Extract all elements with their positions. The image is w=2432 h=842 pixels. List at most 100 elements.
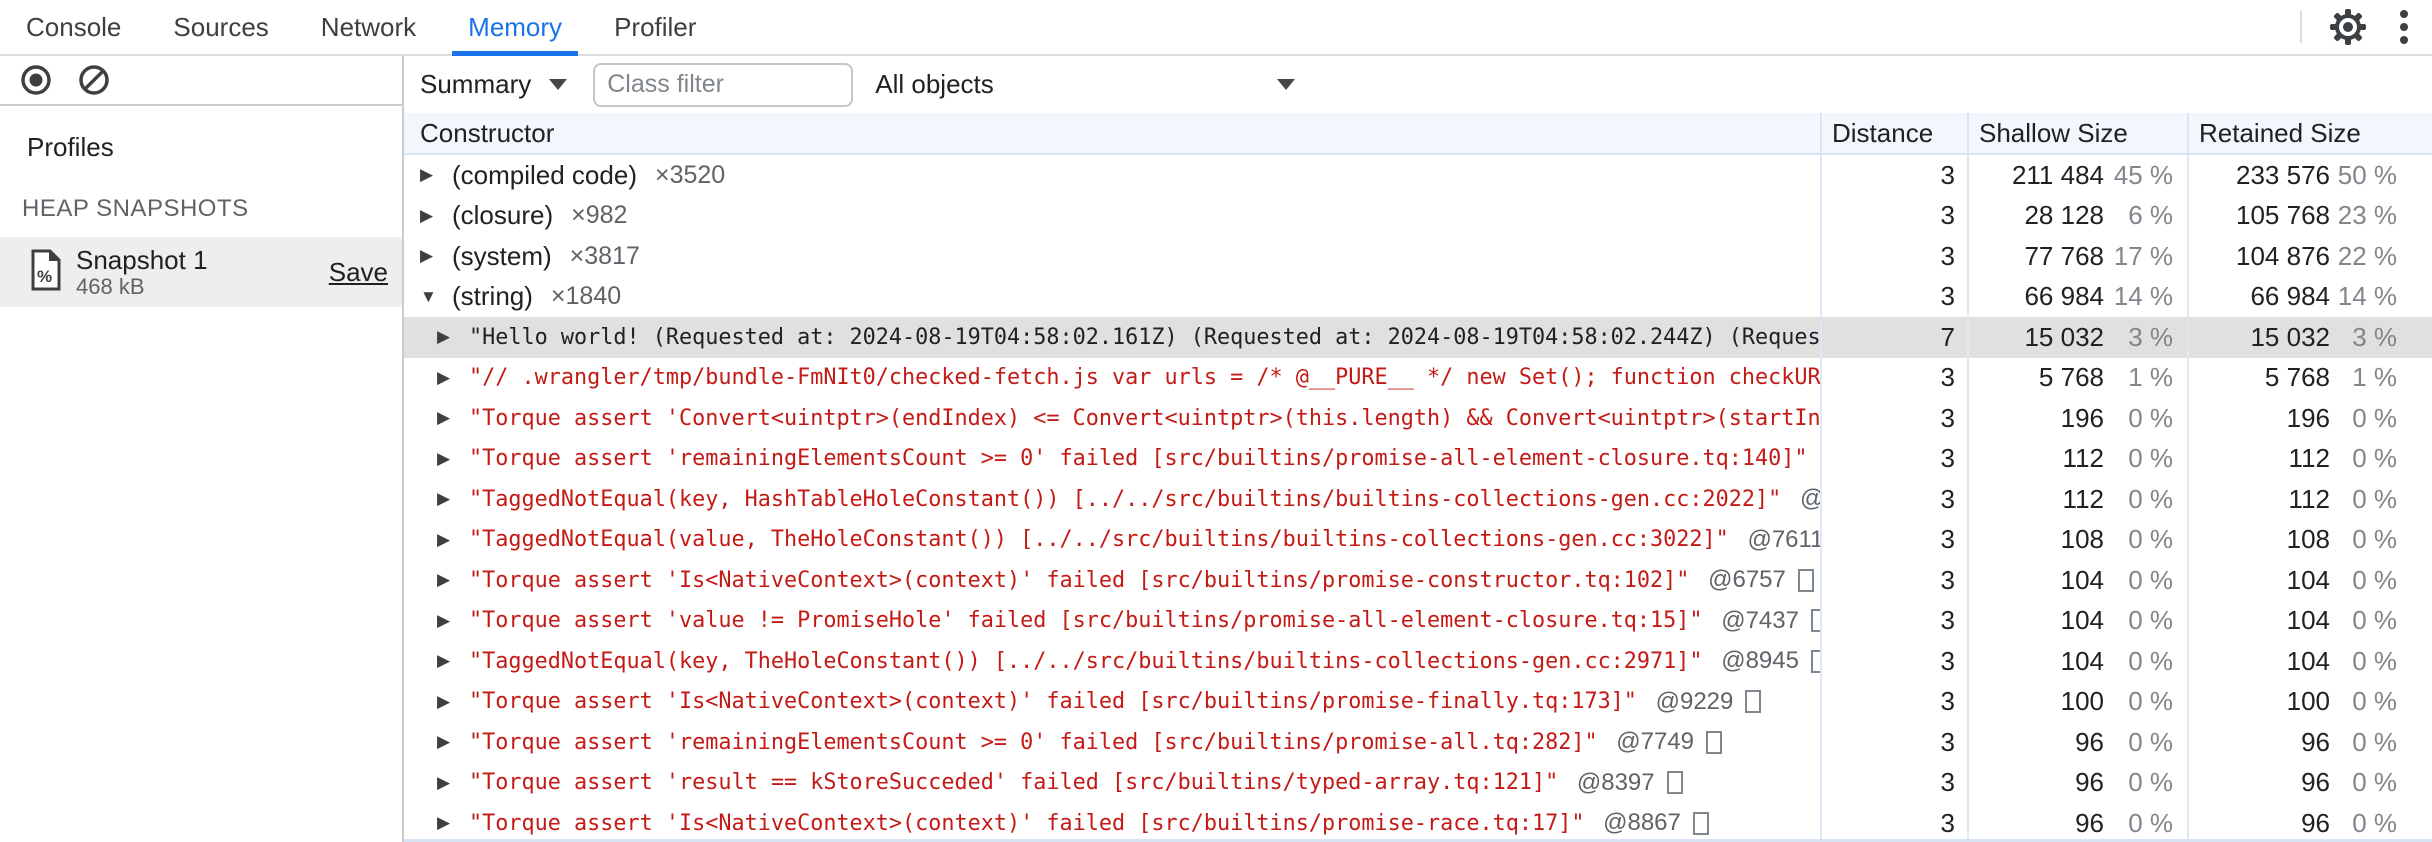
size-percent: 0 % [2128,645,2173,676]
column-header-retained-size[interactable]: Retained Size [2189,113,2432,153]
retained-size-cell: 108 0 % [2189,520,2432,561]
retained-size-cell: 96 0 % [2189,803,2432,839]
object-box-icon [1706,730,1722,754]
instance-count: ×1840 [550,282,622,311]
column-header-constructor[interactable]: Constructor [404,113,1822,153]
string-value: "TaggedNotEqual(key, HashTableHoleConsta… [469,486,1782,512]
distance-value: 3 [1940,200,1955,231]
string-value: "Torque assert 'result == kStoreSucceded… [469,770,1559,796]
string-object-row[interactable]: ▶ "TaggedNotEqual(key, TheHoleConstant())… [404,641,2432,682]
object-box-icon [1810,609,1820,633]
size-value: 104 [2060,645,2104,676]
constructor-group-row[interactable]: ▶ (closure) ×982 3 28 128 6 % 105 768 23 % [404,195,2432,236]
triangle-collapsed-icon: ▶ [437,448,451,468]
string-value: "Torque assert 'remainingElementsCount >… [469,446,1808,472]
triangle-collapsed-icon: ▶ [437,691,451,711]
string-object-row[interactable]: ▶ "Torque assert 'remainingElementsCount … [404,438,2432,480]
string-object-row[interactable]: ▶ "Torque assert 'Is<NativeContext>(conte… [404,560,2432,601]
object-id: @7437 [1714,606,1799,634]
save-snapshot-link[interactable]: Save [329,257,388,288]
clear-profiles-icon[interactable] [74,60,114,100]
distance-value: 3 [1940,767,1955,798]
size-percent: 3 % [2352,321,2397,352]
constructor-cell: ▶ "Torque assert 'Is<NativeContext>(conte… [404,803,1822,839]
string-object-row[interactable]: ▶ "Hello world! (Requested at: 2024-08-19… [404,317,2432,358]
heap-snapshots-section-label: HEAP SNAPSHOTS [22,195,249,222]
size-percent: 0 % [2128,443,2173,474]
objects-filter-select[interactable]: All objects [875,69,1296,100]
size-percent: 0 % [2128,605,2173,636]
size-percent: 1 % [2352,362,2397,393]
string-object-row[interactable]: ▶ "Torque assert 'Convert<uintptr>(endInd… [404,398,2432,439]
triangle-collapsed-icon: ▶ [420,165,434,185]
constructor-cell: ▶ "Torque assert 'result == kStoreSuccede… [404,762,1822,803]
kebab-menu-icon[interactable] [2376,0,2432,54]
string-object-row[interactable]: ▶ "Torque assert 'value != PromiseHole' f… [404,600,2432,641]
tab-profiler[interactable]: Profiler [588,0,722,54]
retained-size-cell: 104 0 % [2189,641,2432,682]
size-value: 104 [2060,605,2104,636]
size-value: 77 768 [2024,240,2104,271]
string-value: "Torque assert 'value != PromiseHole' fa… [469,608,1703,634]
retained-size-cell: 104 876 22 % [2189,236,2432,277]
heap-table-header: Constructor Distance Shallow Size Retain… [404,113,2432,155]
triangle-collapsed-icon: ▶ [420,205,434,225]
string-object-row[interactable]: ▶ "Torque assert 'Is<NativeContext>(conte… [404,681,2432,722]
record-heap-snapshot-icon[interactable] [16,60,56,100]
constructor-group-row[interactable]: ▶ (system) ×3817 3 77 768 17 % 104 876 22 % [404,236,2432,277]
constructor-cell: ▼ (string) ×1840 [404,276,1822,317]
distance-value: 3 [1940,807,1955,838]
constructor-cell: ▶ "Torque assert 'Is<NativeContext>(conte… [404,681,1822,722]
constructor-group-row[interactable]: ▼ (string) ×1840 3 66 984 14 % 66 984 14 % [404,276,2432,317]
tab-console[interactable]: Console [0,0,147,54]
constructor-cell: ▶ "Hello world! (Requested at: 2024-08-19… [404,317,1822,358]
object-id: @7749 [1609,728,1694,756]
tab-memory[interactable]: Memory [442,0,588,56]
retained-size-cell: 112 0 % [2189,439,2432,480]
string-object-row[interactable]: ▶ "// .wrangler/tmp/bundle-FmNIt0/checked… [404,357,2432,398]
distance-value: 3 [1940,524,1955,555]
constructor-cell: ▶ (system) ×3817 [404,236,1822,277]
instance-count: ×3817 [569,241,640,270]
shallow-size-cell: 96 0 % [1969,762,2189,803]
string-object-row[interactable]: ▶ "TaggedNotEqual(value, TheHoleConstant(… [404,519,2432,561]
string-object-row[interactable]: ▶ "Torque assert 'remainingElementsCount … [404,722,2432,763]
profiles-heading: Profiles [27,132,114,162]
triangle-collapsed-icon: ▶ [437,529,451,549]
size-value: 112 [2288,483,2330,514]
size-percent: 22 % [2337,240,2397,271]
gear-icon[interactable] [2320,0,2376,54]
svg-text:%: % [37,267,52,286]
class-filter-input[interactable] [593,62,854,107]
distance-cell: 3 [1822,155,1969,196]
string-object-row[interactable]: ▶ "Torque assert 'Is<NativeContext>(conte… [404,803,2432,839]
size-value: 104 876 [2236,240,2330,271]
column-header-distance[interactable]: Distance [1822,113,1969,153]
triangle-collapsed-icon: ▶ [437,610,451,630]
string-object-row[interactable]: ▶ "TaggedNotEqual(key, HashTableHoleConst… [404,479,2432,520]
constructor-cell: ▶ "Torque assert 'Is<NativeContext>(conte… [404,560,1822,601]
distance-cell: 3 [1822,479,1969,520]
distance-cell: 3 [1822,600,1969,641]
retained-size-cell: 104 0 % [2189,560,2432,601]
distance-cell: 3 [1822,276,1969,317]
constructor-name: (system) [452,240,552,271]
size-percent: 0 % [2128,564,2173,595]
size-percent: 0 % [2128,807,2173,838]
string-value: "Torque assert 'remainingElementsCount >… [469,729,1598,755]
constructor-group-row[interactable]: ▶ (compiled code) ×3520 3 211 484 45 % 233 576… [404,155,2432,196]
triangle-collapsed-icon: ▶ [437,772,451,792]
size-value: 104 [2286,564,2330,595]
perspective-select[interactable]: Summary [420,69,568,100]
snapshot-list-item[interactable]: % Snapshot 1 468 kB Save [0,237,402,307]
size-percent: 0 % [2352,645,2397,676]
object-box-icon [1692,811,1709,835]
tab-sources[interactable]: Sources [147,0,294,54]
distance-cell: 3 [1822,762,1969,803]
column-header-shallow-size[interactable]: Shallow Size [1969,113,2189,153]
profiles-toolbar [0,56,402,106]
tab-network[interactable]: Network [295,0,442,54]
string-object-row[interactable]: ▶ "Torque assert 'result == kStoreSuccede… [404,762,2432,803]
constructor-cell: ▶ (closure) ×982 [404,195,1822,236]
shallow-size-cell: 66 984 14 % [1969,276,2189,317]
